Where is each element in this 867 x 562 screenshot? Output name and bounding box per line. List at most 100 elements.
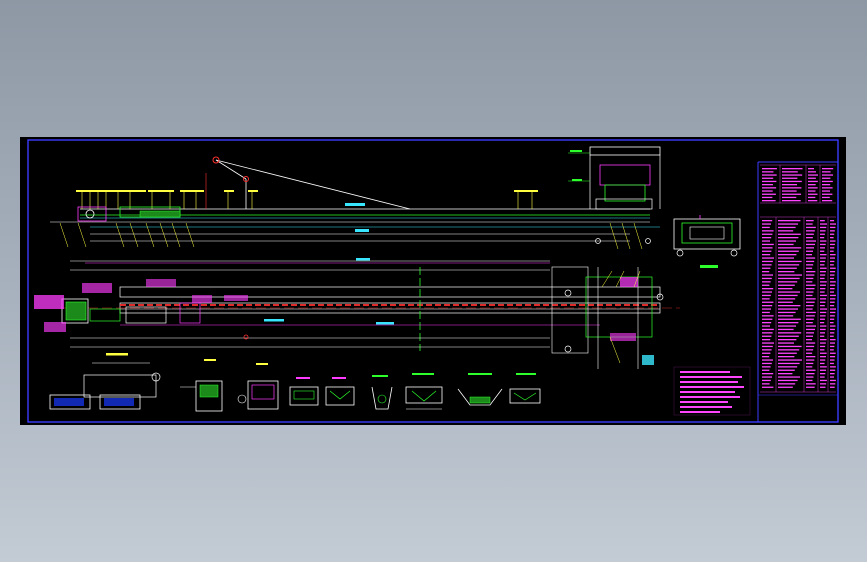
table-cell-text bbox=[806, 226, 816, 229]
table-cell-text bbox=[822, 177, 831, 179]
table-cell-text bbox=[762, 180, 777, 183]
table-cell-text bbox=[782, 190, 797, 192]
drawing-sheet[interactable] bbox=[20, 137, 846, 425]
table-cell-text bbox=[762, 376, 772, 378]
table-cell-text bbox=[820, 267, 827, 269]
table-cell-text bbox=[778, 257, 794, 259]
table-cell-text bbox=[762, 190, 773, 192]
table-cell-text bbox=[820, 257, 826, 259]
parts-table bbox=[758, 164, 838, 396]
table-cell-text bbox=[806, 322, 813, 324]
table-cell-text bbox=[830, 233, 835, 235]
table-cell-text bbox=[830, 298, 836, 300]
table-cell-text bbox=[762, 267, 771, 269]
table-cell-text bbox=[806, 240, 816, 242]
table-cell-text bbox=[762, 193, 776, 195]
table-cell-text bbox=[762, 260, 773, 263]
table-cell-text bbox=[830, 345, 835, 348]
table-cell-text bbox=[778, 240, 796, 242]
table-cell-text bbox=[778, 254, 797, 256]
table-cell-text bbox=[820, 383, 827, 385]
table-cell-text bbox=[806, 294, 813, 297]
table-cell-text bbox=[806, 383, 816, 385]
table-cell-text bbox=[820, 386, 826, 388]
table-cell-text bbox=[830, 376, 834, 378]
table-cell-text bbox=[806, 305, 814, 307]
table-cell-text bbox=[778, 332, 802, 334]
table-cell-text bbox=[762, 291, 772, 293]
table-cell-text bbox=[762, 373, 774, 375]
table-cell-text bbox=[762, 322, 772, 324]
table-cell-text bbox=[808, 196, 816, 199]
table-cell-text bbox=[820, 243, 826, 246]
table-cell-text bbox=[782, 200, 801, 202]
table-cell-text bbox=[762, 342, 774, 344]
table-cell-text bbox=[762, 184, 773, 186]
table-cell-text bbox=[820, 369, 827, 371]
table-cell-text bbox=[762, 230, 774, 232]
table-cell-text bbox=[830, 339, 836, 341]
table-cell-text bbox=[762, 284, 770, 286]
table-cell-text bbox=[762, 200, 776, 202]
table-cell-text bbox=[782, 193, 802, 195]
table-cell-text bbox=[806, 257, 816, 259]
table-cell-text bbox=[762, 196, 773, 199]
table-cell-text bbox=[830, 294, 836, 297]
table-cell-text bbox=[820, 288, 826, 290]
table-cell-text bbox=[820, 298, 827, 300]
table-cell-text bbox=[808, 193, 818, 195]
table-cell-text bbox=[808, 174, 818, 176]
table-cell-text bbox=[778, 342, 794, 344]
cad-viewport[interactable] bbox=[0, 0, 867, 562]
table-cell-text bbox=[806, 237, 813, 239]
table-cell-text bbox=[830, 356, 836, 358]
table-cell-text bbox=[808, 171, 816, 173]
elevation-view bbox=[50, 146, 741, 268]
table-cell-text bbox=[778, 281, 798, 283]
table-cell-text bbox=[778, 376, 800, 378]
table-cell-text bbox=[762, 226, 770, 229]
table-cell-text bbox=[806, 311, 816, 314]
table-cell-text bbox=[762, 328, 774, 331]
table-cell-text bbox=[808, 180, 818, 183]
table-cell-text bbox=[820, 271, 826, 273]
table-cell-text bbox=[822, 196, 830, 199]
table-cell-text bbox=[806, 359, 815, 361]
table-cell-text bbox=[830, 305, 835, 307]
table-cell-text bbox=[778, 267, 797, 269]
table-cell-text bbox=[806, 291, 814, 293]
table-cell-text bbox=[822, 184, 831, 186]
table-cell-text bbox=[830, 301, 835, 303]
table-cell-text bbox=[762, 359, 773, 361]
table-cell-text bbox=[778, 373, 793, 375]
table-cell-text bbox=[820, 274, 826, 276]
table-cell-text bbox=[778, 369, 795, 371]
table-cell-text bbox=[830, 277, 834, 280]
table-cell-text bbox=[820, 294, 827, 297]
table-cell-text bbox=[820, 237, 825, 239]
table-cell-text bbox=[782, 177, 798, 179]
table-cell-text bbox=[806, 345, 815, 348]
table-cell-text bbox=[806, 373, 815, 375]
table-cell-text bbox=[778, 345, 802, 348]
table-cell-text bbox=[762, 335, 772, 337]
table-cell-text bbox=[762, 171, 774, 173]
table-cell-text bbox=[778, 308, 798, 310]
table-cell-text bbox=[806, 376, 814, 378]
table-cell-text bbox=[808, 177, 816, 179]
table-cell-text bbox=[778, 274, 802, 276]
table-cell-text bbox=[762, 288, 774, 290]
table-cell-text bbox=[806, 362, 814, 365]
table-cell-text bbox=[806, 308, 813, 310]
table-cell-text bbox=[830, 383, 836, 385]
table-cell-text bbox=[762, 298, 770, 300]
table-cell-text bbox=[806, 301, 815, 303]
table-cell-text bbox=[778, 386, 793, 388]
table-cell-text bbox=[762, 257, 774, 259]
table-cell-text bbox=[778, 366, 798, 368]
table-cell-text bbox=[778, 284, 795, 286]
table-cell-text bbox=[822, 174, 833, 176]
table-cell-text bbox=[778, 315, 794, 317]
table-cell-text bbox=[820, 349, 825, 351]
table-cell-text bbox=[762, 352, 771, 354]
